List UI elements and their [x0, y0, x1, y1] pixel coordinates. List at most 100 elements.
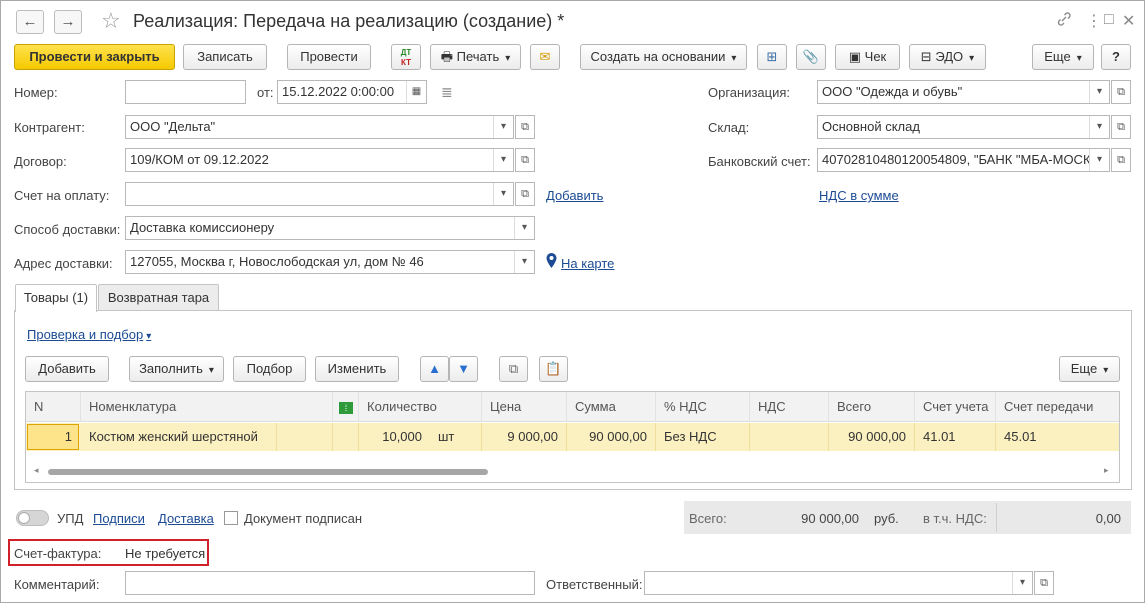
copy-button[interactable]: ⧉ [499, 356, 528, 382]
structure-icon: ⊞ [766, 49, 778, 64]
post-and-close-button[interactable]: Провести и закрыть [14, 44, 175, 70]
add-invoice-link[interactable]: Добавить [546, 188, 603, 203]
open-payment-invoice-button[interactable]: ⧉ [515, 182, 535, 206]
chevron-down-icon[interactable]: ▾ [493, 149, 513, 171]
cell-vat-rate[interactable]: Без НДС [656, 423, 750, 451]
vat-in-sum-link[interactable]: НДС в сумме [819, 188, 899, 203]
open-organization-button[interactable]: ⧉ [1111, 80, 1131, 104]
tab-goods[interactable]: Товары (1) [15, 284, 97, 312]
cell-quantity[interactable]: 10,000 [359, 423, 429, 451]
attach-button[interactable]: 📎 [796, 44, 826, 70]
on-map-link[interactable]: На карте [561, 256, 614, 271]
save-button[interactable]: Записать [183, 44, 267, 70]
more-menu-icon[interactable]: ⋮ [1086, 11, 1102, 31]
dt-kt-button[interactable]: ДТ КТ [391, 44, 421, 70]
cell-unit[interactable]: шт [429, 423, 482, 451]
paste-button[interactable]: 📋 [539, 356, 568, 382]
delivery-method-field[interactable]: Доставка комиссионеру ▾ [125, 216, 535, 240]
move-up-button[interactable]: ▲ [420, 356, 449, 382]
cell-n[interactable]: 1 [27, 424, 79, 450]
open-responsible-button[interactable]: ⧉ [1034, 571, 1054, 595]
col-sum[interactable]: Сумма [567, 392, 656, 422]
col-price[interactable]: Цена [482, 392, 567, 422]
cell-total[interactable]: 90 000,00 [829, 423, 915, 451]
printer-icon: 🖶 [440, 49, 454, 64]
col-nomenclature[interactable]: Номенклатура [81, 392, 333, 422]
calendar-icon[interactable]: ▦ [406, 81, 426, 103]
date-input[interactable]: 15.12.2022 0:00:00 ▦ [277, 80, 427, 104]
col-account[interactable]: Счет учета [915, 392, 996, 422]
payment-invoice-field[interactable]: ▾ [125, 182, 514, 206]
contract-field[interactable]: 109/КОМ от 09.12.2022 ▾ [125, 148, 514, 172]
col-quantity[interactable]: Количество [359, 392, 482, 422]
bank-account-field[interactable]: 40702810480120054809, "БАНК "МБА-МОСКВА"… [817, 148, 1110, 172]
tax-invoice-value[interactable]: Не требуется [125, 546, 205, 561]
col-total[interactable]: Всего [829, 392, 915, 422]
col-vat-rate[interactable]: % НДС [656, 392, 750, 422]
col-barcode[interactable]: ⁞ [333, 392, 359, 422]
chevron-down-icon[interactable]: ▾ [514, 217, 534, 239]
contract-value: 109/КОМ от 09.12.2022 [130, 152, 269, 167]
comment-input[interactable] [125, 571, 535, 595]
delivery-address-field[interactable]: 127055, Москва г, Новослободская ул, дом… [125, 250, 535, 274]
upd-toggle[interactable] [16, 510, 49, 526]
col-n[interactable]: N [26, 392, 81, 422]
create-based-on-button[interactable]: Создать на основании [580, 44, 747, 70]
scroll-left-icon[interactable]: ◂ [34, 465, 39, 476]
chevron-down-icon[interactable]: ▾ [1089, 116, 1109, 138]
open-warehouse-button[interactable]: ⧉ [1111, 115, 1131, 139]
col-transfer-account[interactable]: Счет передачи [996, 392, 1119, 422]
horizontal-scrollbar[interactable]: ◂ ▸ [26, 463, 1119, 481]
open-bank-account-button[interactable]: ⧉ [1111, 148, 1131, 172]
cell-sum[interactable]: 90 000,00 [567, 423, 656, 451]
cell-nomenclature[interactable]: Костюм женский шерстяной [81, 423, 277, 451]
structure-button[interactable]: ⊞ [757, 44, 787, 70]
change-button[interactable]: Изменить [315, 356, 399, 382]
chevron-down-icon[interactable]: ▾ [493, 116, 513, 138]
chevron-down-icon[interactable]: ▾ [1089, 81, 1109, 103]
add-row-button[interactable]: Добавить [25, 356, 109, 382]
email-button[interactable]: ✉ [530, 44, 560, 70]
move-down-button[interactable]: ▼ [449, 356, 478, 382]
check-and-pick-link[interactable]: Проверка и подбор ▾ [27, 327, 151, 342]
more-button[interactable]: Еще [1032, 44, 1094, 70]
delivery-link[interactable]: Доставка [158, 511, 214, 526]
chevron-down-icon[interactable]: ▾ [1012, 572, 1032, 594]
responsible-field[interactable]: ▾ [644, 571, 1033, 595]
chevron-down-icon[interactable]: ▾ [493, 183, 513, 205]
organization-field[interactable]: ООО "Одежда и обувь" ▾ [817, 80, 1110, 104]
link-icon[interactable] [1056, 11, 1072, 32]
maximize-icon[interactable]: □ [1104, 11, 1114, 29]
col-vat[interactable]: НДС [750, 392, 829, 422]
signatures-link[interactable]: Подписи [93, 511, 145, 526]
help-button[interactable]: ? [1101, 44, 1131, 70]
scrollbar-thumb[interactable] [48, 469, 488, 475]
chevron-down-icon[interactable]: ▾ [1089, 149, 1109, 171]
document-signed-checkbox[interactable] [224, 511, 238, 525]
edo-button[interactable]: ⊟ ЭДО [909, 44, 986, 70]
close-icon[interactable]: ✕ [1122, 11, 1135, 31]
tab-returnable-containers[interactable]: Возвратная тара [98, 284, 219, 311]
scroll-right-icon[interactable]: ▸ [1104, 465, 1109, 476]
favorite-star-icon[interactable]: ☆ [101, 8, 121, 34]
back-button[interactable]: ← [16, 10, 44, 34]
print-button[interactable]: 🖶 Печать [430, 44, 521, 70]
cell-price[interactable]: 9 000,00 [482, 423, 567, 451]
document-history-icon[interactable]: ≣ [441, 84, 453, 101]
chevron-down-icon[interactable]: ▾ [514, 251, 534, 273]
open-contract-button[interactable]: ⧉ [515, 148, 535, 172]
number-input[interactable] [125, 80, 246, 104]
receipt-button[interactable]: ▣ Чек [835, 44, 900, 70]
fill-button[interactable]: Заполнить [129, 356, 224, 382]
cell-transfer-account[interactable]: 45.01 [996, 423, 1119, 451]
counterparty-field[interactable]: ООО "Дельта" ▾ [125, 115, 514, 139]
cell-account[interactable]: 41.01 [915, 423, 996, 451]
table-more-button[interactable]: Еще [1059, 356, 1120, 382]
pick-button[interactable]: Подбор [233, 356, 306, 382]
cell-vat[interactable] [750, 423, 829, 451]
forward-button[interactable]: → [54, 10, 82, 34]
post-button[interactable]: Провести [287, 44, 371, 70]
warehouse-field[interactable]: Основной склад ▾ [817, 115, 1110, 139]
cell-characteristic[interactable] [277, 423, 333, 451]
open-counterparty-button[interactable]: ⧉ [515, 115, 535, 139]
